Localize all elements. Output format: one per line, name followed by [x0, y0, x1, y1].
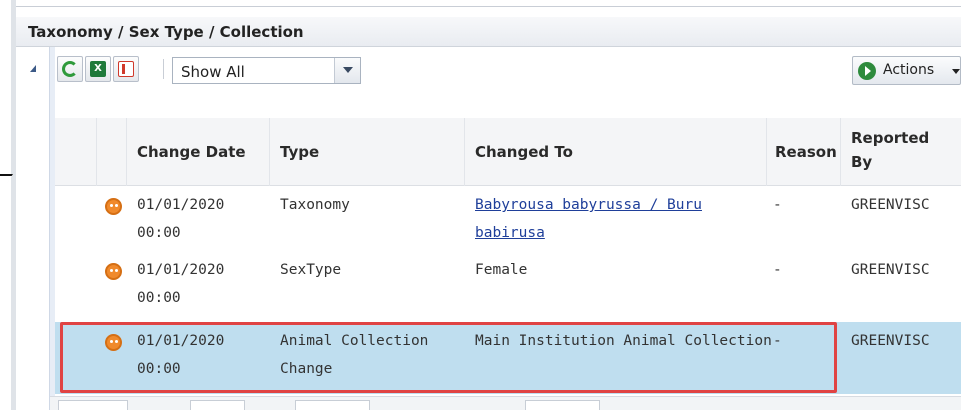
row-status-icon [105, 198, 122, 215]
refresh-button[interactable] [57, 56, 83, 82]
filter-dropdown-button[interactable] [334, 58, 360, 83]
header-col-reported-by[interactable]: Reported By [841, 118, 961, 186]
cell-reported-by: GREENVISC [851, 262, 930, 278]
header-reason: Reason [775, 143, 837, 161]
header-spacer [55, 118, 97, 186]
collapse-arrow-icon[interactable] [30, 65, 36, 72]
header-col-changed-to[interactable]: Changed To [465, 118, 767, 186]
grid-header: Change Date Type Changed To Reason Repor… [55, 118, 961, 186]
header-col-type[interactable]: Type [270, 118, 465, 186]
grid-toolbar: X Show All Actions [55, 53, 961, 89]
header-icon-col [97, 118, 127, 186]
caret-down-icon [952, 69, 960, 74]
cell-changed-to-link[interactable]: Babyrousa babyrussa / Buru [475, 191, 702, 219]
cell-reason: - [773, 262, 782, 278]
grid-side-strip [16, 47, 50, 410]
panel-title: Taxonomy / Sex Type / Collection [16, 17, 961, 47]
table-row[interactable]: 01/01/2020 00:00 SexType Female - GREENV… [55, 251, 961, 316]
cell-type: Taxonomy [280, 197, 350, 213]
export-pdf-button[interactable] [113, 56, 139, 82]
cell-reported-by: GREENVISC [851, 333, 930, 349]
cell-type: SexType [280, 262, 342, 278]
pdf-export-icon [118, 61, 134, 77]
mouse-cursor-fill [0, 176, 12, 194]
cell-changed-to-link-line2[interactable]: babirusa [475, 219, 545, 247]
panel-top-border [16, 6, 961, 7]
cell-changed-to: Female [475, 262, 528, 278]
actions-button[interactable]: Actions [852, 56, 961, 85]
cell-time: 00:00 [137, 290, 181, 306]
cell-reported-by: GREENVISC [851, 197, 930, 213]
header-type: Type [280, 143, 320, 161]
selected-row-highlight [60, 322, 837, 393]
filter-select[interactable]: Show All [172, 57, 361, 84]
filter-select-value: Show All [181, 63, 245, 81]
header-change-date: Change Date [137, 143, 246, 161]
cell-reason: - [773, 197, 782, 213]
export-excel-button[interactable]: X [85, 56, 111, 82]
header-changed-to: Changed To [475, 143, 573, 161]
history-panel: Taxonomy / Sex Type / Collection X Show … [0, 0, 961, 410]
table-row[interactable]: 01/01/2020 00:00 Taxonomy Babyrousa baby… [55, 186, 961, 251]
pager-segment[interactable] [190, 400, 245, 410]
excel-export-icon: X [90, 61, 106, 77]
header-reported-by: Reported By [851, 129, 930, 171]
cell-date: 01/01/2020 [137, 197, 225, 213]
grid-pager-bar [50, 396, 961, 410]
play-icon [858, 62, 876, 80]
cell-time: 00:00 [137, 225, 181, 241]
toolbar-separator [163, 59, 164, 79]
refresh-icon [62, 61, 78, 77]
header-col-reason[interactable]: Reason [767, 118, 841, 186]
pager-segment[interactable] [58, 400, 128, 410]
actions-label: Actions [883, 62, 935, 78]
row-status-icon [105, 263, 122, 280]
pager-segment[interactable] [525, 400, 600, 410]
cell-date: 01/01/2020 [137, 262, 225, 278]
header-col-change-date[interactable]: Change Date [127, 118, 270, 186]
chevron-down-icon [343, 67, 353, 73]
pager-segment[interactable] [295, 400, 370, 410]
